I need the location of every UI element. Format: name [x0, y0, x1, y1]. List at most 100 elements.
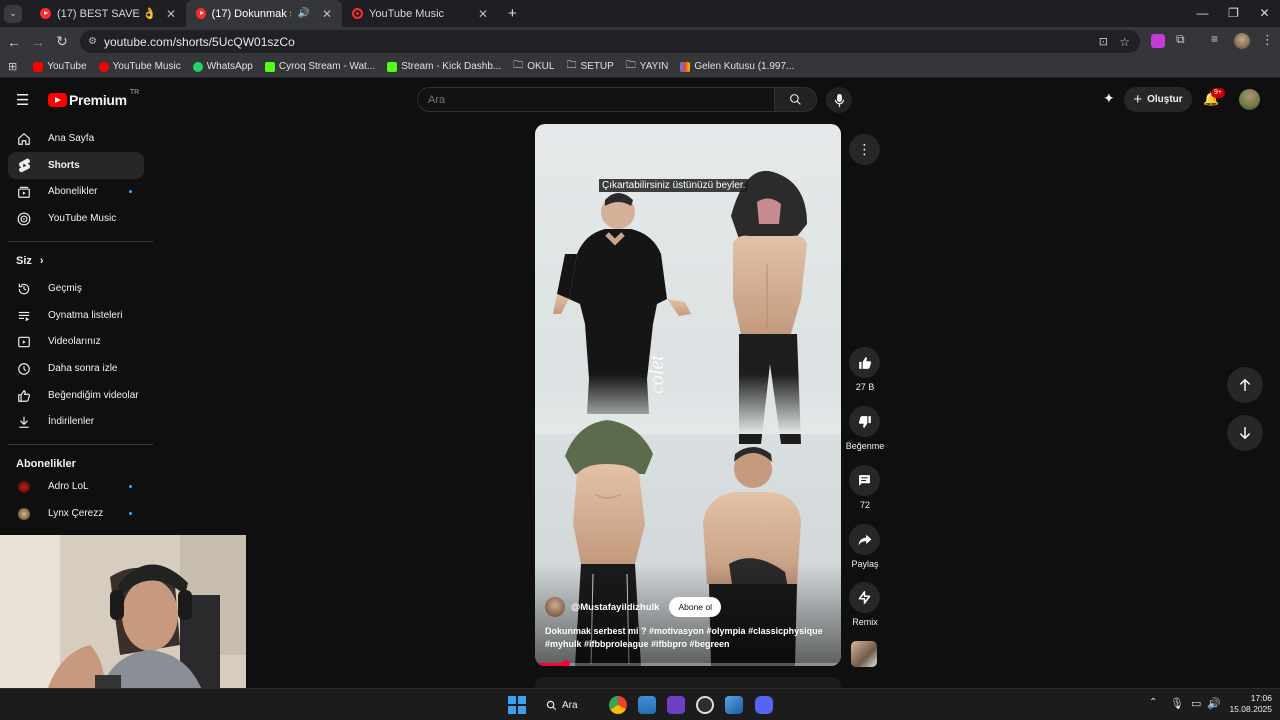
- volume-tray-icon[interactable]: 🔊: [1207, 697, 1221, 710]
- bookmark-gmail[interactable]: Gelen Kutusu (1.997...: [680, 61, 794, 72]
- tab-search-icon[interactable]: ≡: [1211, 32, 1218, 46]
- restore-icon[interactable]: ❐: [1218, 0, 1249, 27]
- bookmark-star-icon[interactable]: ☆: [1119, 35, 1130, 49]
- extensions-puzzle-icon[interactable]: ⧉: [1176, 32, 1185, 47]
- back-icon[interactable]: ←: [2, 34, 26, 50]
- caption-text: Çıkartabilirsiniz üstünüzü beyler.: [602, 180, 746, 191]
- comments-button[interactable]: [849, 465, 880, 496]
- close-window-icon[interactable]: ✕: [1249, 0, 1280, 27]
- previous-short-button[interactable]: [1227, 367, 1263, 403]
- bookmark-whatsapp[interactable]: WhatsApp: [192, 61, 253, 72]
- section-title: Siz: [16, 255, 32, 267]
- bookmark-youtube-music[interactable]: YouTube Music: [98, 61, 181, 72]
- sidebar-item-watch-later[interactable]: Daha sonra izle: [8, 355, 144, 382]
- channel-avatar[interactable]: [545, 597, 565, 617]
- search-input[interactable]: [417, 87, 775, 112]
- menu-kebab-icon[interactable]: ⋮: [1261, 32, 1274, 48]
- browser-tab[interactable]: YouTube Music ✕: [342, 0, 498, 27]
- bookmark-label: YouTube Music: [112, 61, 181, 72]
- bookmark-label: WhatsApp: [206, 61, 253, 72]
- file-explorer-icon[interactable]: [638, 696, 656, 714]
- windows-taskbar: Ara ⌃ 🎙 ▭ 🔊 17:06 15.08.2025: [0, 688, 1280, 720]
- progress-scrubber[interactable]: [561, 660, 570, 666]
- browser-tab[interactable]: (17) BEST SAVE 👌 #leagueofle ✕: [30, 0, 186, 27]
- network-app-icon[interactable]: [725, 696, 743, 714]
- user-avatar[interactable]: [1239, 89, 1260, 110]
- bookmark-cyroq-stream[interactable]: Cyroq Stream - Wat...: [264, 61, 375, 72]
- dislike-button[interactable]: [849, 406, 880, 437]
- discord-icon[interactable]: [755, 696, 773, 714]
- forward-icon[interactable]: →: [26, 34, 50, 50]
- thumbs-up-icon: [16, 388, 32, 404]
- channel-name[interactable]: @Mustafayildizhulk: [571, 602, 659, 613]
- obs-icon[interactable]: [696, 696, 714, 714]
- sidebar-item-home[interactable]: Ana Sayfa: [8, 125, 144, 152]
- system-clock[interactable]: 17:06 15.08.2025: [1222, 693, 1272, 715]
- bookmark-label: SETUP: [580, 61, 614, 72]
- taskbar-search[interactable]: Ara: [546, 694, 596, 716]
- subscribe-button[interactable]: Abone ol: [669, 597, 722, 617]
- sidebar-channel-lynx-cerezz[interactable]: Lynx Çerezz: [8, 500, 144, 527]
- history-icon: [16, 281, 32, 297]
- url-field[interactable]: ⚙ youtube.com/shorts/5UcQW01szCo ⊡ ☆: [80, 30, 1140, 53]
- progress-track[interactable]: [535, 660, 841, 666]
- bookmark-folder-yayin[interactable]: 🗀 YAYIN: [626, 58, 669, 75]
- sidebar-item-label: Lynx Çerezz: [48, 508, 104, 519]
- speaker-icon[interactable]: 🔊: [297, 8, 309, 19]
- sidebar-item-liked-videos[interactable]: Beğendiğim videolar: [8, 382, 144, 409]
- bookmark-folder-setup[interactable]: 🗀 SETUP: [566, 58, 613, 75]
- display-tray-icon[interactable]: ▭: [1191, 697, 1201, 710]
- tab-title: YouTube Music: [369, 7, 445, 20]
- next-short-preview[interactable]: [535, 677, 841, 688]
- tab-search-button[interactable]: ⌄: [4, 4, 22, 23]
- reload-icon[interactable]: ↻: [50, 33, 74, 50]
- youtube-premium-logo[interactable]: Premium TR: [48, 89, 139, 108]
- new-tab-icon[interactable]: +: [508, 5, 517, 22]
- sidebar-item-playlists[interactable]: Oynatma listeleri: [8, 302, 144, 329]
- next-short-button[interactable]: [1227, 415, 1263, 451]
- notifications-button[interactable]: 🔔 9+: [1203, 88, 1225, 108]
- ai-sparkle-icon[interactable]: ✦: [1103, 90, 1115, 107]
- sidebar-item-your-videos[interactable]: Videolarınız: [8, 328, 144, 355]
- sidebar-section-you[interactable]: Siz ›: [16, 255, 44, 267]
- create-button[interactable]: + Oluştur: [1124, 87, 1192, 112]
- microphone-tray-icon[interactable]: 🎙: [1170, 697, 1184, 710]
- channel-avatar: [16, 506, 32, 522]
- install-app-icon[interactable]: ⊡: [1099, 35, 1108, 48]
- close-tab-icon[interactable]: ✕: [322, 7, 332, 21]
- profile-avatar[interactable]: [1234, 33, 1250, 49]
- search-button[interactable]: [775, 87, 817, 112]
- bookmark-youtube[interactable]: YouTube: [33, 61, 87, 72]
- sidebar-item-shorts[interactable]: Shorts: [8, 152, 144, 179]
- sidebar-item-history[interactable]: Geçmiş: [8, 275, 144, 302]
- sidebar-divider: [8, 444, 153, 445]
- app-purple-icon[interactable]: [667, 696, 685, 714]
- sidebar-item-label: YouTube Music: [48, 213, 117, 224]
- sidebar-channel-adro-lol[interactable]: Adro LoL: [8, 473, 144, 500]
- hamburger-menu-icon[interactable]: ☰: [16, 91, 29, 109]
- more-options-button[interactable]: ⋮: [849, 134, 880, 165]
- tray-chevron-up-icon[interactable]: ⌃: [1149, 697, 1157, 708]
- bookmark-label: YAYIN: [639, 61, 669, 72]
- bookmark-kick-dashboard[interactable]: Stream - Kick Dashb...: [387, 61, 501, 72]
- site-info-icon[interactable]: ⚙: [88, 36, 97, 47]
- sidebar-item-downloads[interactable]: İndirilenler: [8, 408, 144, 435]
- voice-search-button[interactable]: [826, 87, 852, 113]
- like-button[interactable]: [849, 347, 880, 378]
- bookmark-folder-okul[interactable]: 🗀 OKUL: [513, 58, 554, 75]
- browser-tab-active[interactable]: (17) Dokunmak serbest mi 🔊 ✕: [186, 0, 342, 27]
- short-video-player[interactable]: colet Çıkartabilirsiniz üstünüzü beyler.…: [535, 124, 841, 666]
- share-button[interactable]: [849, 524, 880, 555]
- short-description[interactable]: Dokunmak serbest mi ? #motivasyon #olymp…: [545, 625, 835, 651]
- sidebar-item-youtube-music[interactable]: YouTube Music: [8, 205, 144, 232]
- apps-grid-icon[interactable]: ⊞: [8, 60, 17, 73]
- close-tab-icon[interactable]: ✕: [166, 7, 176, 21]
- chrome-icon[interactable]: [609, 696, 627, 714]
- remix-button[interactable]: [849, 582, 880, 613]
- sound-thumbnail[interactable]: [851, 641, 877, 667]
- extension-icon[interactable]: [1151, 34, 1165, 48]
- minimize-icon[interactable]: —: [1187, 0, 1218, 27]
- start-button[interactable]: [508, 696, 526, 714]
- close-tab-icon[interactable]: ✕: [478, 7, 488, 21]
- sidebar-item-subscriptions[interactable]: Abonelikler: [8, 178, 144, 205]
